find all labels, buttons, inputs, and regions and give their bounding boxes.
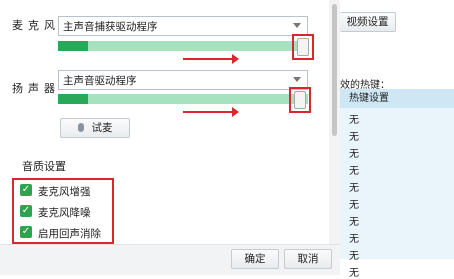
hotkey-item[interactable]: 无 [349,111,359,126]
video-settings-button[interactable]: 视频设置 [340,12,396,32]
speaker-volume-slider[interactable] [58,94,308,104]
speaker-volume-fill [58,94,88,104]
chevron-down-icon [293,77,301,82]
cancel-button[interactable]: 取消 [284,249,332,269]
chevron-down-icon [293,23,301,28]
hotkey-item[interactable]: 无 [349,145,359,160]
hotkey-item[interactable]: 无 [349,264,359,279]
mic-label: 麦克风 [12,19,60,32]
ok-button[interactable]: 确定 [231,249,279,269]
checkbox-checked-icon[interactable]: ✓ [20,226,32,238]
mic-device-value: 主声音捕获驱动程序 [63,21,158,33]
microphone-icon [77,123,84,132]
speaker-device-value: 主声音驱动程序 [63,75,137,87]
vertical-scrollbar[interactable] [329,0,340,275]
hotkey-item[interactable]: 无 [349,247,359,262]
mic-device-select[interactable]: 主声音捕获驱动程序 [58,16,308,36]
option-echo-cancellation[interactable]: ✓ 启用回声消除 [20,225,110,243]
speaker-label: 扬声器 [12,82,60,95]
hotkey-item[interactable]: 无 [349,196,359,211]
mic-volume-fill [58,41,88,51]
option-label: 麦克风降噪 [38,207,91,219]
mic-volume-thumb[interactable] [297,38,309,56]
speaker-device-select[interactable]: 主声音驱动程序 [58,70,308,90]
option-mic-boost[interactable]: ✓ 麦克风增强 [20,183,110,201]
hotkey-list: 热键设置 无 无 无 无 无 无 无 无 无 [340,89,454,262]
quality-title: 音质设置 [22,160,66,173]
hotkey-item[interactable]: 无 [349,179,359,194]
option-label: 麦克风增强 [38,186,91,198]
speaker-volume-thumb[interactable] [294,91,306,109]
hotkey-item[interactable]: 无 [349,128,359,143]
red-arrow-icon [183,107,239,117]
test-mic-button[interactable]: 试麦 [60,118,130,138]
hotkey-item[interactable]: 无 [349,162,359,177]
option-mic-noise-reduction[interactable]: ✓ 麦克风降噪 [20,204,110,222]
mic-volume-slider[interactable] [58,41,308,51]
option-label: 启用回声消除 [38,228,101,240]
test-mic-label: 试麦 [91,122,113,134]
checkbox-checked-icon[interactable]: ✓ [20,184,32,196]
hotkey-list-header: 热键设置 [340,89,454,108]
red-arrow-icon [183,54,239,64]
scrollbar-thumb[interactable] [332,4,337,136]
hotkey-item[interactable]: 无 [349,230,359,245]
hotkey-item[interactable]: 无 [349,213,359,228]
checkbox-checked-icon[interactable]: ✓ [20,205,32,217]
